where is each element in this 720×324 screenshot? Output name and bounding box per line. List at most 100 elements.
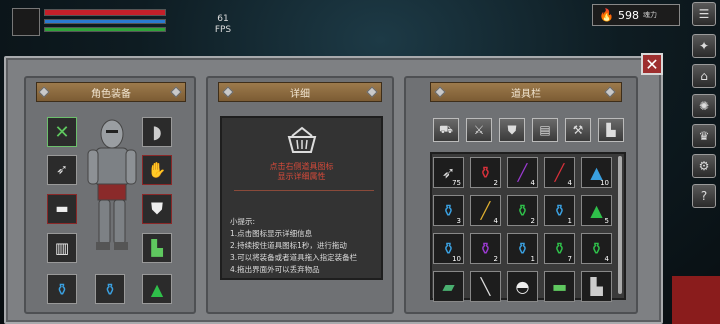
inventory-slot[interactable]: ▲ 5 [581,195,612,226]
mana-bar [44,19,166,24]
map-icon: ✦ [698,39,710,53]
tab-consumables[interactable]: ▤ [532,118,558,142]
gear-icon: ⚙ [698,159,710,173]
blue-potion-icon: ⚱ [552,201,567,220]
item-count: 2 [530,217,535,225]
chest-slot[interactable]: ⛊ [142,194,172,224]
helmet-icon: ◓ [515,277,530,296]
knight-character [87,119,137,250]
blue-potion-icon: ⚱ [103,279,117,299]
tab-tools[interactable]: ⚒ [565,118,591,142]
inventory-slot[interactable]: ➶ 75 [433,157,464,188]
arrow-icon: ➶ [56,162,68,178]
gauntlet-icon: ✋ [147,161,167,179]
close-button[interactable]: ✕ [641,53,663,75]
inventory-slot[interactable]: ⚱ 1 [544,195,575,226]
health-bar [44,9,166,16]
question-icon: ? [700,189,708,203]
close-icon: ✕ [645,54,659,74]
item-count: 3 [456,217,461,225]
inventory-slot[interactable]: ╱ 4 [507,157,538,188]
inventory-slot[interactable]: ▰ [433,271,464,302]
belt-icon: ▬ [55,201,69,217]
bow-icon: ◗ [152,121,162,143]
item-count: 5 [604,217,609,225]
inventory-slot[interactable]: ⚱ 2 [507,195,538,226]
map-button[interactable]: ✦ [692,34,716,58]
soul-counter: 🔥 598 魂力 [592,4,680,26]
tab-all[interactable]: ⛟ [433,118,459,142]
house-icon: ⌂ [700,69,708,83]
inventory-scrollbar[interactable] [618,156,622,294]
house-button[interactable]: ⌂ [692,64,716,88]
boot-icon: ▙ [606,123,616,137]
greaves-icon: ▥ [54,239,70,257]
crossed-swords-icon: ✕ [54,121,70,143]
potion-slot-3[interactable]: ▲ [142,274,172,304]
compass-icon: ✺ [698,99,710,113]
green-potion-icon: ⚱ [589,239,604,258]
inventory-slot[interactable]: ⚱ 3 [433,195,464,226]
flame-icon: 🔥 [599,8,614,22]
inventory-slot[interactable]: ▙ [581,271,612,302]
inventory-slot[interactable]: ⚱ 10 [433,233,464,264]
green-gem-icon: ▰ [442,277,455,296]
inventory-slot[interactable]: ╱ 4 [470,195,501,226]
tab-armor[interactable]: ⛊ [499,118,525,142]
chestplate-icon: ⛊ [150,199,163,218]
belt-slot[interactable]: ▬ [47,194,77,224]
skills-button[interactable]: ✺ [692,94,716,118]
tab-misc[interactable]: ▙ [598,118,624,142]
inventory-slot[interactable]: ⚱ 1 [507,233,538,264]
item-count: 4 [604,255,609,263]
bow-icon: ╲ [480,277,491,296]
inventory-slot[interactable]: ▬ [544,271,575,302]
fps-counter: 61 FPS [214,14,232,35]
item-count: 7 [567,255,572,263]
item-count: 75 [452,179,461,187]
tips-text: 小提示: 1.点击图标显示详细信息 2.持续按住道具图标1秒，进行拖动 3.可以… [230,217,358,274]
inventory-title: 道具栏 [430,82,622,102]
weapon-slot[interactable]: ✕ [47,117,77,147]
settings-button[interactable]: ⚙ [692,154,716,178]
green-potion-icon: ⚱ [515,201,530,220]
crown-icon: ♛ [698,129,710,143]
inventory-slot[interactable]: ⚱ 2 [470,233,501,264]
item-count: 4 [567,179,572,187]
purple-potion-icon: ⚱ [478,239,493,258]
inventory-slot[interactable]: ⚱ 4 [581,233,612,264]
potion-slot-2[interactable]: ⚱ [95,274,125,304]
inventory-slot[interactable]: ◓ [507,271,538,302]
menu-button[interactable]: ☰ [692,2,716,26]
player-portrait[interactable] [12,8,40,36]
green-potion-icon: ⚱ [552,239,567,258]
glove-slot[interactable]: ✋ [142,155,172,185]
red-vial-icon: ╱ [554,163,565,182]
legs-slot[interactable]: ▥ [47,233,77,263]
blue-potion-icon: ⚱ [441,201,456,220]
item-count: 10 [600,179,609,187]
armor-icon: ⛊ [507,122,517,137]
bow-slot[interactable]: ◗ [142,117,172,147]
blue-potion-icon: ⚱ [55,279,69,299]
inventory-slot[interactable]: ⚱ 2 [470,157,501,188]
boots-slot[interactable]: ▙ [142,233,172,263]
crown-button[interactable]: ♛ [692,124,716,148]
inventory-slot[interactable]: ⚱ 7 [544,233,575,264]
basket-icon [287,126,317,153]
tab-weapons[interactable]: ⚔ [466,118,492,142]
inventory-slot[interactable]: ╱ 4 [544,157,575,188]
arrow-slot[interactable]: ➶ [47,155,77,185]
inventory-slot[interactable]: ▲ 10 [581,157,612,188]
corner-decoration [672,276,720,324]
detail-box: 点击右侧道具图标 显示详细属性 小提示: 1.点击图标显示详细信息 2.持续按住道… [220,116,383,280]
detail-hint: 点击右侧道具图标 显示详细属性 [269,162,334,181]
item-count: 1 [567,217,572,225]
sword-icon: ⚔ [473,123,485,137]
divider [234,190,374,191]
help-button[interactable]: ? [692,184,716,208]
potion-slot-1[interactable]: ⚱ [47,274,77,304]
scroll-icon: ▤ [539,123,551,137]
list-icon: ☰ [698,7,710,21]
inventory-slot[interactable]: ╲ [470,271,501,302]
